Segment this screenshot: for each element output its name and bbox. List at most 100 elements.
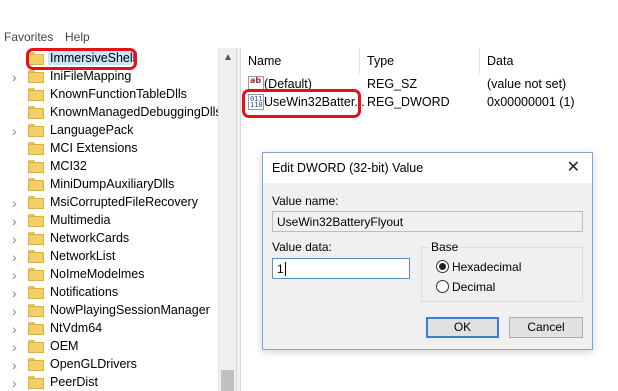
- tree-item-label: OEM: [50, 339, 79, 353]
- folder-icon: [28, 304, 44, 317]
- folder-icon: [28, 358, 44, 371]
- value-name: (Default): [264, 77, 312, 91]
- value-data: 0x00000001 (1): [487, 95, 575, 109]
- tree-item-knownfunctiontabledlls[interactable]: KnownFunctionTableDlls: [0, 86, 218, 104]
- column-header-data[interactable]: Data: [487, 54, 513, 68]
- folder-icon: [28, 340, 44, 353]
- tree-item-label: LanguagePack: [50, 123, 134, 137]
- tree-item-languagepack[interactable]: › LanguagePack: [0, 122, 218, 140]
- radio-selected-dot: [439, 263, 446, 270]
- value-data: (value not set): [487, 77, 567, 91]
- column-separator[interactable]: [479, 48, 480, 74]
- tree-item-mci32[interactable]: MCI32: [0, 158, 218, 176]
- folder-icon: [28, 70, 44, 83]
- tree-item-label: OpenGLDrivers: [50, 357, 137, 371]
- tree-item-opengldrivers[interactable]: › OpenGLDrivers: [0, 356, 218, 374]
- registry-key-tree[interactable]: ImmersiveShell › IniFileMapping KnownFuncti…: [0, 48, 236, 391]
- column-separator[interactable]: [359, 48, 360, 74]
- chevron-right-icon[interactable]: ›: [12, 268, 22, 282]
- dialog-title-bar[interactable]: Edit DWORD (32-bit) Value ✕: [263, 153, 592, 183]
- tree-scrollbar[interactable]: ▲: [218, 48, 236, 391]
- list-header: Name Type Data: [241, 48, 618, 74]
- tree-item-label: Notifications: [50, 285, 119, 299]
- tree-item-networklist[interactable]: › NetworkList: [0, 248, 218, 266]
- tree-item-networkcards[interactable]: › NetworkCards: [0, 230, 218, 248]
- close-icon[interactable]: ✕: [567, 157, 580, 177]
- chevron-right-icon[interactable]: ›: [12, 196, 22, 210]
- chevron-right-icon[interactable]: ›: [12, 322, 22, 336]
- column-header-name[interactable]: Name: [248, 54, 281, 68]
- tree-item-label: MCI Extensions: [50, 141, 138, 155]
- tree-item-knownmanageddebuggingdlls[interactable]: KnownManagedDebuggingDlls: [0, 104, 222, 122]
- folder-icon: [28, 376, 44, 389]
- chevron-right-icon[interactable]: ›: [12, 304, 22, 318]
- scrollbar-thumb[interactable]: [221, 370, 234, 391]
- folder-icon: [28, 232, 44, 245]
- folder-icon: [28, 142, 44, 155]
- value-name-label: Value name:: [272, 194, 339, 208]
- base-groupbox: [421, 247, 583, 302]
- folder-icon: [28, 52, 44, 65]
- tree-item-peerdist[interactable]: › PeerDist: [0, 374, 218, 391]
- string-value-icon: ab: [248, 76, 264, 92]
- folder-icon: [28, 286, 44, 299]
- tree-item-label: Multimedia: [50, 213, 111, 227]
- chevron-right-icon[interactable]: ›: [12, 376, 22, 390]
- tree-item-minidumpauxiliarydlls[interactable]: MiniDumpAuxiliaryDlls: [0, 176, 218, 194]
- value-row-usewin32batteryflyout[interactable]: 011 110 UseWin32Batter... REG_DWORD 0x00…: [241, 93, 618, 111]
- column-header-type[interactable]: Type: [367, 54, 394, 68]
- ok-button[interactable]: OK: [426, 317, 499, 338]
- tree-item-msicorruptedfilerecovery[interactable]: › MsiCorruptedFileRecovery: [0, 194, 218, 212]
- chevron-right-icon[interactable]: ›: [12, 358, 22, 372]
- tree-item-inifilemapping[interactable]: › IniFileMapping: [0, 68, 218, 86]
- tree-item-immersiveshell[interactable]: ImmersiveShell: [0, 50, 218, 68]
- value-type: REG_DWORD: [367, 95, 450, 109]
- tree-item-label: KnownManagedDebuggingDlls: [50, 105, 222, 119]
- tree-item-multimedia[interactable]: › Multimedia: [0, 212, 218, 230]
- decimal-label[interactable]: Decimal: [452, 280, 495, 294]
- dialog-title: Edit DWORD (32-bit) Value: [272, 161, 424, 175]
- tree-item-label: MCI32: [50, 159, 87, 173]
- text-cursor: [284, 262, 286, 276]
- chevron-right-icon[interactable]: ›: [12, 340, 22, 354]
- chevron-right-icon[interactable]: ›: [12, 214, 22, 228]
- menu-help[interactable]: Help: [65, 30, 90, 44]
- tree-item-ntvdm64[interactable]: › NtVdm64: [0, 320, 218, 338]
- chevron-right-icon[interactable]: ›: [12, 286, 22, 300]
- folder-icon: [28, 160, 44, 173]
- menu-bar: Favorites Help: [0, 28, 618, 48]
- folder-icon: [28, 196, 44, 209]
- menu-favorites[interactable]: Favorites: [4, 30, 53, 44]
- tree-item-oem[interactable]: › OEM: [0, 338, 218, 356]
- edit-dword-dialog: Edit DWORD (32-bit) Value ✕ Value name: …: [262, 152, 593, 350]
- folder-icon: [28, 322, 44, 335]
- folder-icon: [28, 268, 44, 281]
- scroll-up-arrow-icon[interactable]: ▲: [223, 52, 233, 63]
- tree-item-label: MiniDumpAuxiliaryDlls: [50, 177, 175, 191]
- folder-icon: [28, 250, 44, 263]
- cancel-button[interactable]: Cancel: [509, 317, 583, 338]
- value-data-input[interactable]: 1: [272, 258, 410, 279]
- tree-item-label: ImmersiveShell: [48, 51, 138, 65]
- chevron-right-icon[interactable]: ›: [12, 232, 22, 246]
- hexadecimal-label[interactable]: Hexadecimal: [452, 260, 521, 274]
- hexadecimal-radio[interactable]: [436, 260, 449, 273]
- chevron-right-icon[interactable]: ›: [12, 250, 22, 264]
- base-label: Base: [429, 240, 461, 254]
- chevron-right-icon[interactable]: ›: [12, 124, 22, 138]
- tree-item-label: NetworkCards: [50, 231, 130, 245]
- chevron-right-icon[interactable]: ›: [12, 70, 22, 84]
- decimal-radio[interactable]: [436, 280, 449, 293]
- tree-item-label: MsiCorruptedFileRecovery: [50, 195, 198, 209]
- folder-icon: [28, 124, 44, 137]
- value-name-field: UseWin32BatteryFlyout: [272, 211, 583, 232]
- tree-item-mci-extensions[interactable]: MCI Extensions: [0, 140, 218, 158]
- dword-value-icon: 011 110: [248, 94, 264, 110]
- value-data-label: Value data:: [272, 240, 332, 254]
- tree-item-noimemodelmes[interactable]: › NoImeModelmes: [0, 266, 218, 284]
- value-row-default[interactable]: ab (Default) REG_SZ (value not set): [241, 75, 618, 93]
- value-data-text: 1: [277, 262, 284, 276]
- tree-item-nowplayingsessionmanager[interactable]: › NowPlayingSessionManager: [0, 302, 218, 320]
- tree-item-notifications[interactable]: › Notifications: [0, 284, 218, 302]
- tree-item-label: NoImeModelmes: [50, 267, 145, 281]
